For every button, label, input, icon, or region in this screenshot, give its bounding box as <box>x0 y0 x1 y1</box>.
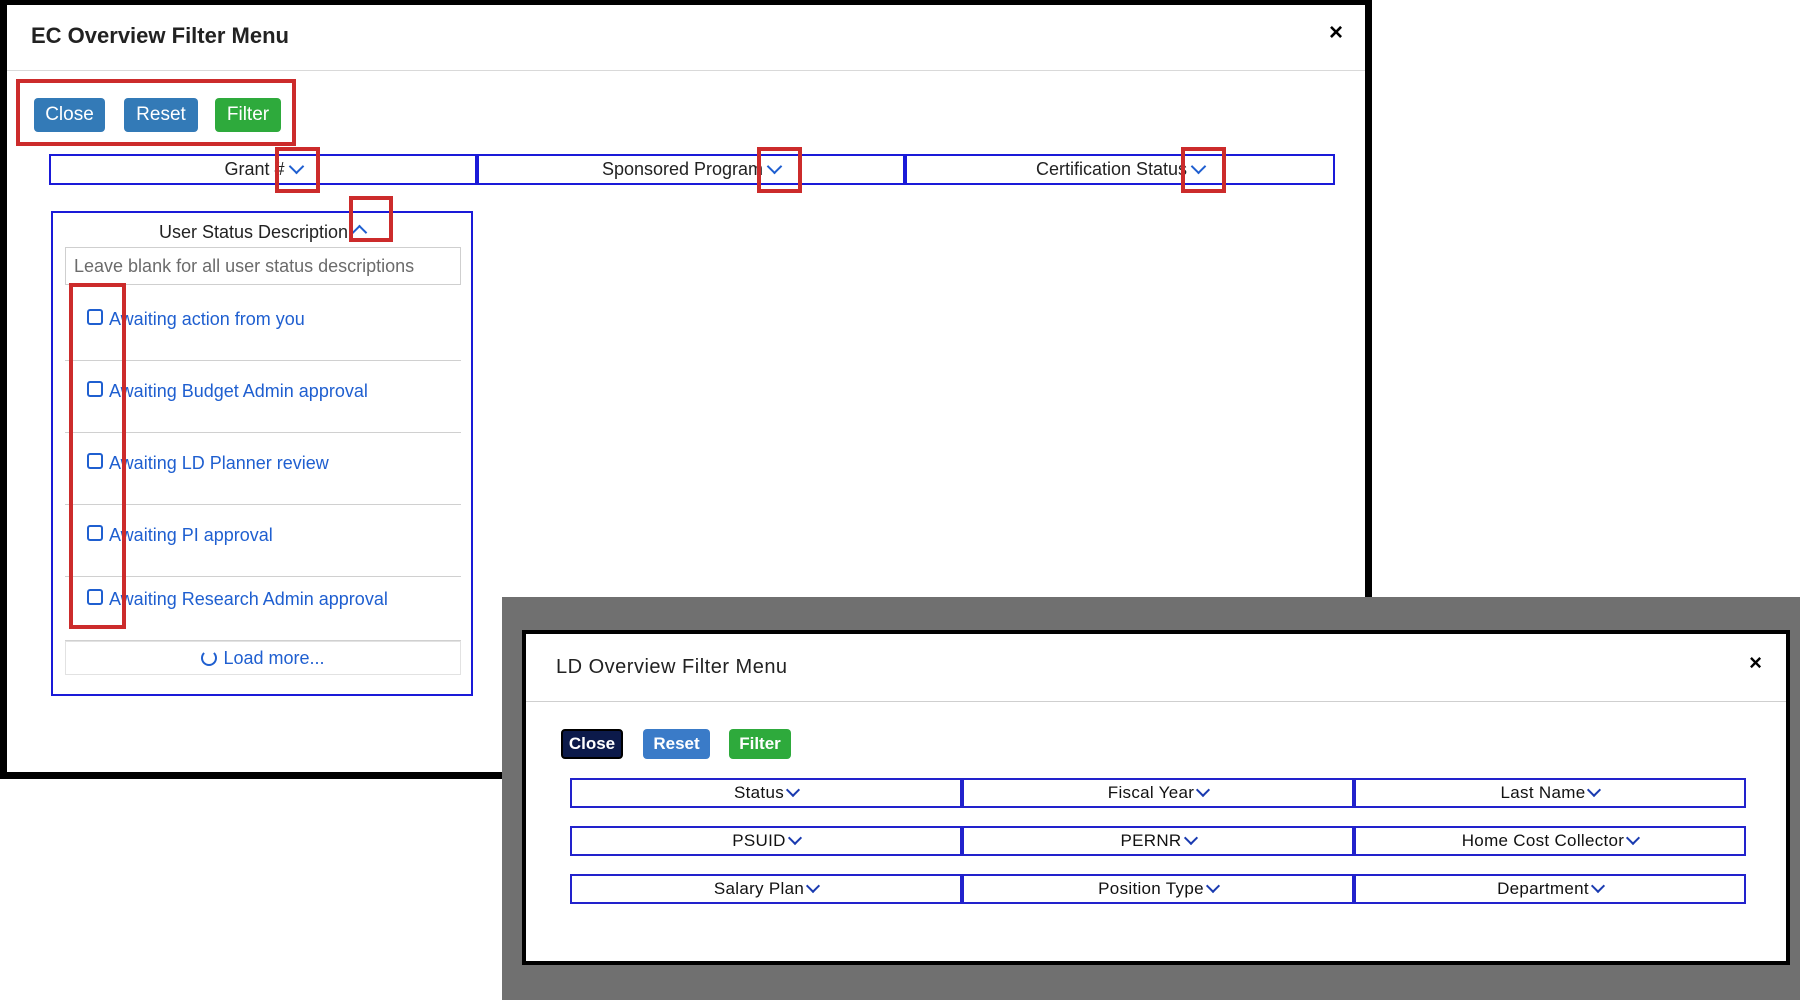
column-certification-status-label: Certification Status <box>1035 159 1188 179</box>
user-status-title[interactable]: User Status Description <box>53 219 471 243</box>
ld-close-button[interactable]: Close <box>561 729 623 759</box>
refresh-icon <box>201 650 218 666</box>
column-sponsored-program[interactable]: Sponsored Program <box>477 154 905 185</box>
chevron-down-icon[interactable] <box>785 782 801 798</box>
ld-filter-button[interactable]: Filter <box>729 729 791 759</box>
highlight-checkboxes-box <box>69 283 126 629</box>
column-last-name-label: Last Name <box>1500 783 1586 802</box>
ec-dialog-title: EC Overview Filter Menu <box>31 23 289 48</box>
chevron-down-icon[interactable] <box>1626 830 1641 846</box>
user-status-search-input[interactable] <box>65 247 461 285</box>
load-more-label: Load more... <box>223 647 325 668</box>
highlight-grant-chevron-box <box>275 147 320 193</box>
ld-dialog-header: LD Overview Filter Menu × <box>526 634 1786 702</box>
stage: EC Overview Filter Menu × Close Reset Fi… <box>0 0 1800 1000</box>
list-item-label[interactable]: Awaiting Research Admin approval <box>109 589 388 610</box>
ld-filter-dialog: LD Overview Filter Menu × Close Reset Fi… <box>522 630 1790 965</box>
column-psuid-label: PSUID <box>732 831 786 850</box>
column-fiscal-year-label: Fiscal Year <box>1107 783 1195 802</box>
list-item-label[interactable]: Awaiting PI approval <box>109 525 273 546</box>
ld-close-x-icon[interactable]: × <box>1749 650 1762 676</box>
highlight-buttons-box <box>16 79 296 146</box>
ld-dialog-title: LD Overview Filter Menu <box>556 656 788 678</box>
column-certification-status[interactable]: Certification Status <box>905 154 1335 185</box>
column-pernr[interactable]: PERNR <box>962 826 1354 856</box>
column-status-label: Status <box>734 783 784 802</box>
chevron-down-icon[interactable] <box>1205 878 1220 894</box>
ec-close-x-icon[interactable]: × <box>1329 19 1343 47</box>
load-more-button[interactable]: Load more... <box>65 641 461 675</box>
column-fiscal-year[interactable]: Fiscal Year <box>962 778 1354 808</box>
column-home-cost-collector[interactable]: Home Cost Collector <box>1354 826 1746 856</box>
chevron-down-icon[interactable] <box>1196 782 1211 798</box>
column-pernr-label: PERNR <box>1120 831 1182 850</box>
column-position-type[interactable]: Position Type <box>962 874 1354 904</box>
column-status[interactable]: Status <box>570 778 962 808</box>
user-status-title-label: User Status Description <box>158 222 349 242</box>
highlight-user-status-chevron-box <box>349 196 393 242</box>
highlight-certification-chevron-box <box>1181 147 1226 193</box>
chevron-down-icon[interactable] <box>1590 878 1605 894</box>
highlight-program-chevron-box <box>757 147 802 193</box>
chevron-down-icon[interactable] <box>1183 830 1198 846</box>
list-item-label[interactable]: Awaiting action from you <box>109 309 305 330</box>
column-sponsored-program-label: Sponsored Program <box>601 159 764 179</box>
chevron-down-icon[interactable] <box>787 830 802 846</box>
list-item-label[interactable]: Awaiting Budget Admin approval <box>109 381 368 402</box>
ld-reset-button[interactable]: Reset <box>643 729 710 759</box>
column-position-type-label: Position Type <box>1098 879 1204 898</box>
column-grant[interactable]: Grant # <box>49 154 477 185</box>
column-salary-plan[interactable]: Salary Plan <box>570 874 962 904</box>
list-item-label[interactable]: Awaiting LD Planner review <box>109 453 329 474</box>
column-department[interactable]: Department <box>1354 874 1746 904</box>
column-psuid[interactable]: PSUID <box>570 826 962 856</box>
column-department-label: Department <box>1497 879 1589 898</box>
ec-dialog-header: EC Overview Filter Menu × <box>7 5 1365 71</box>
column-last-name[interactable]: Last Name <box>1354 778 1746 808</box>
chevron-down-icon[interactable] <box>806 878 821 894</box>
chevron-down-icon[interactable] <box>1587 782 1602 798</box>
column-salary-plan-label: Salary Plan <box>713 879 805 898</box>
column-home-cost-collector-label: Home Cost Collector <box>1461 831 1625 850</box>
